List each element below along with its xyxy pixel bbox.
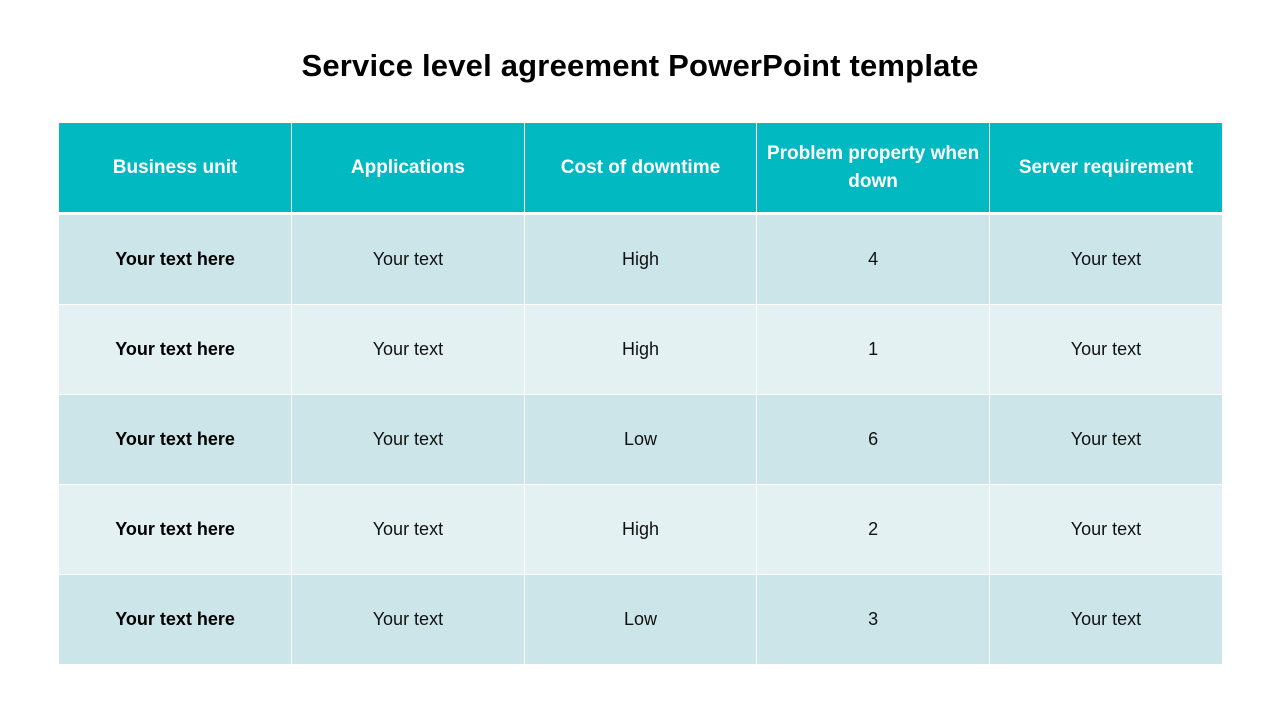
applications-cell: Your text	[291, 574, 525, 665]
table-header-row: Business unit Applications Cost of downt…	[59, 123, 1222, 215]
cost-of-downtime-cell: High	[523, 304, 758, 395]
server-requirement-cell: Your text	[988, 304, 1222, 395]
business-unit-cell: Your text here	[59, 304, 293, 395]
table-row: Your text here Your text High 1 Your tex…	[59, 304, 1222, 395]
column-header-cost-of-downtime: Cost of downtime	[523, 123, 758, 215]
cost-of-downtime-cell: High	[523, 213, 758, 305]
cost-of-downtime-cell: Low	[523, 394, 758, 485]
applications-cell: Your text	[291, 213, 525, 305]
slide-title: Service level agreement PowerPoint templ…	[301, 48, 979, 83]
server-requirement-cell: Your text	[988, 484, 1222, 575]
business-unit-cell: Your text here	[59, 213, 293, 305]
server-requirement-cell: Your text	[988, 574, 1222, 665]
problem-property-cell: 2	[756, 484, 990, 575]
business-unit-cell: Your text here	[59, 394, 293, 485]
cost-of-downtime-cell: High	[523, 484, 758, 575]
table-row: Your text here Your text Low 3 Your text	[59, 574, 1222, 665]
sla-table: Business unit Applications Cost of downt…	[59, 123, 1222, 665]
problem-property-cell: 6	[756, 394, 990, 485]
table-row: Your text here Your text High 2 Your tex…	[59, 484, 1222, 575]
problem-property-cell: 3	[756, 574, 990, 665]
business-unit-cell: Your text here	[59, 574, 293, 665]
problem-property-cell: 1	[756, 304, 990, 395]
cost-of-downtime-cell: Low	[523, 574, 758, 665]
server-requirement-cell: Your text	[988, 213, 1222, 305]
column-header-applications: Applications	[291, 123, 525, 215]
column-header-server-requirement: Server requirement	[988, 123, 1222, 215]
problem-property-cell: 4	[756, 213, 990, 305]
applications-cell: Your text	[291, 484, 525, 575]
column-header-business-unit: Business unit	[59, 123, 293, 215]
business-unit-cell: Your text here	[59, 484, 293, 575]
column-header-problem-property: Problem property when down	[756, 123, 990, 215]
table-row: Your text here Your text High 4 Your tex…	[59, 213, 1222, 305]
server-requirement-cell: Your text	[988, 394, 1222, 485]
table-row: Your text here Your text Low 6 Your text	[59, 394, 1222, 485]
applications-cell: Your text	[291, 304, 525, 395]
applications-cell: Your text	[291, 394, 525, 485]
